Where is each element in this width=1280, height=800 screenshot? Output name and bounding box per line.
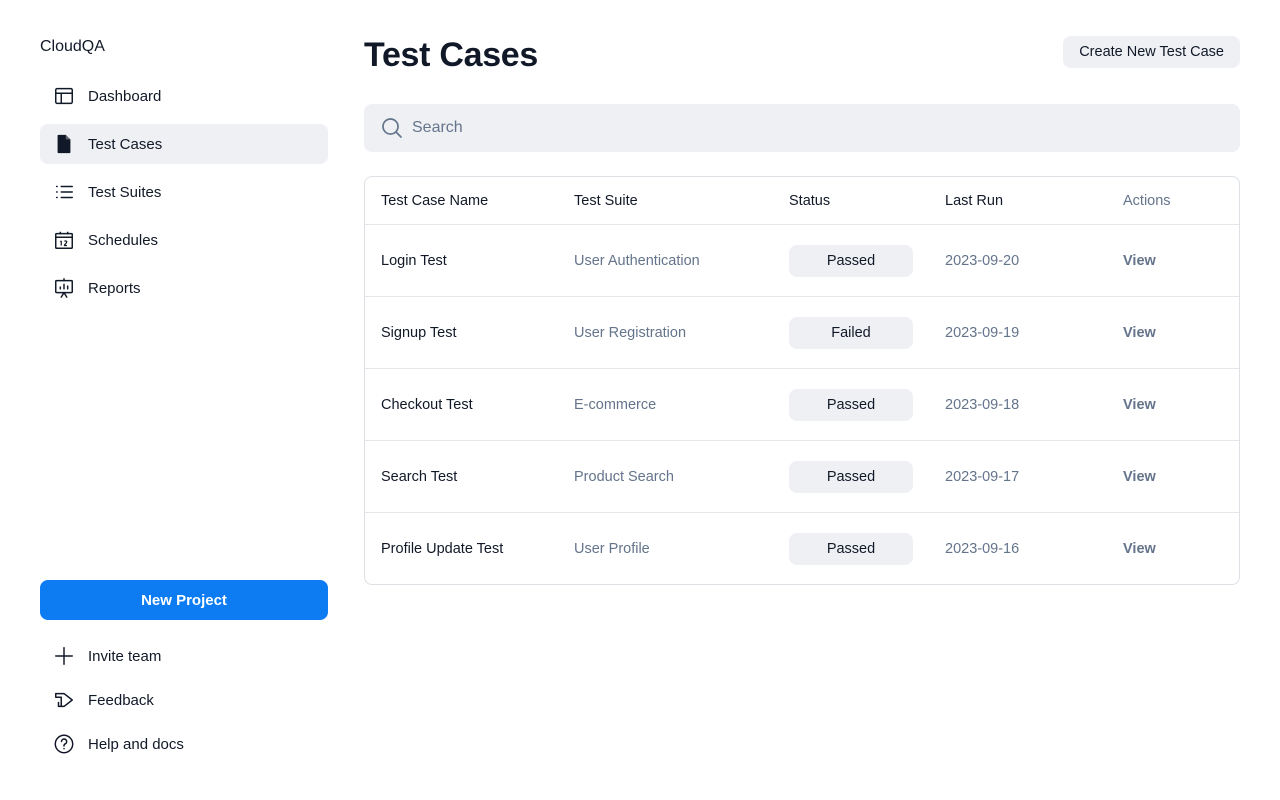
presentation-chart-icon [52, 276, 76, 300]
actions-cell: View [1123, 513, 1156, 584]
status-cell: Passed [789, 369, 913, 440]
layout-icon [52, 84, 76, 108]
test-suite-name: User Registration [574, 324, 687, 341]
column-header-last-run: Last Run [945, 192, 1004, 209]
status-badge: Passed [789, 460, 913, 493]
feedback-label: Feedback [88, 691, 154, 709]
help-docs-label: Help and docs [88, 735, 184, 753]
table-header-row: Test Case Name Test Suite Status Last Ru… [365, 177, 1239, 224]
list-icon [52, 180, 76, 204]
table-row: Profile Update Test User Profile Passed … [365, 512, 1239, 584]
view-link[interactable]: View [1123, 541, 1156, 557]
view-link[interactable]: View [1123, 253, 1156, 269]
status-badge: Passed [789, 532, 913, 565]
last-run-date: 2023-09-19 [945, 324, 1020, 341]
test-case-name: Search Test [381, 468, 458, 485]
file-icon [52, 132, 76, 156]
status-badge: Passed [789, 388, 913, 421]
last-run-date: 2023-09-16 [945, 540, 1020, 557]
sidebar-item-label: Test Cases [88, 135, 163, 153]
sidebar-item-label: Test Suites [88, 183, 162, 201]
column-header-suite: Test Suite [574, 192, 638, 209]
status-cell: Failed [789, 297, 913, 368]
actions-cell: View [1123, 441, 1156, 512]
calendar-icon [52, 228, 76, 252]
view-link[interactable]: View [1123, 397, 1156, 413]
sidebar: CloudQA Dashboard Test Cases Test Suites… [40, 0, 328, 800]
status-cell: Passed [789, 513, 913, 584]
sidebar-item-test-suites[interactable]: Test Suites [40, 172, 328, 212]
test-case-name: Login Test [381, 252, 447, 269]
search-bar [364, 104, 1240, 152]
sidebar-item-schedules[interactable]: Schedules [40, 220, 328, 260]
view-link[interactable]: View [1123, 325, 1156, 341]
table-row: Search Test Product Search Passed 2023-0… [365, 440, 1239, 512]
test-suite-name: User Profile [574, 540, 650, 557]
help-circle-icon [52, 732, 76, 756]
search-icon [380, 116, 404, 140]
test-case-name: Profile Update Test [381, 540, 504, 557]
sidebar-item-label: Schedules [88, 231, 159, 249]
column-header-name: Test Case Name [381, 192, 489, 209]
view-link[interactable]: View [1123, 469, 1156, 485]
table-row: Checkout Test E-commerce Passed 2023-09-… [365, 368, 1239, 440]
sidebar-item-label: Reports [88, 279, 141, 297]
actions-cell: View [1123, 297, 1156, 368]
column-header-actions: Actions [1123, 192, 1171, 209]
page-title: Test Cases [364, 36, 539, 74]
sidebar-item-reports[interactable]: Reports [40, 268, 328, 308]
app-root: CloudQA Dashboard Test Cases Test Suites… [0, 0, 1280, 800]
column-header-status: Status [789, 192, 831, 209]
last-run-date: 2023-09-18 [945, 396, 1020, 413]
create-test-case-button[interactable]: Create New Test Case [1063, 36, 1240, 68]
feedback-link[interactable]: Feedback [40, 680, 328, 720]
new-project-button[interactable]: New Project [40, 580, 328, 620]
status-cell: Passed [789, 441, 913, 512]
test-cases-table: Test Case Name Test Suite Status Last Ru… [364, 176, 1240, 585]
test-case-name: Signup Test [381, 324, 457, 341]
last-run-date: 2023-09-20 [945, 252, 1020, 269]
help-docs-link[interactable]: Help and docs [40, 724, 328, 764]
status-badge: Failed [789, 316, 913, 349]
actions-cell: View [1123, 225, 1156, 296]
search-input[interactable] [412, 119, 1192, 137]
test-suite-name: E-commerce [574, 396, 657, 413]
sidebar-item-label: Dashboard [88, 87, 162, 105]
invite-team-label: Invite team [88, 647, 162, 665]
sidebar-item-dashboard[interactable]: Dashboard [40, 76, 328, 116]
brand-name: CloudQA [40, 38, 105, 55]
test-suite-name: User Authentication [574, 252, 700, 269]
test-case-name: Checkout Test [381, 396, 473, 413]
status-badge: Passed [789, 244, 913, 277]
sidebar-item-test-cases[interactable]: Test Cases [40, 124, 328, 164]
table-row: Signup Test User Registration Failed 202… [365, 296, 1239, 368]
last-run-date: 2023-09-17 [945, 468, 1020, 485]
invite-team-link[interactable]: Invite team [40, 636, 328, 676]
actions-cell: View [1123, 369, 1156, 440]
status-cell: Passed [789, 225, 913, 296]
megaphone-icon [52, 688, 76, 712]
table-row: Login Test User Authentication Passed 20… [365, 224, 1239, 296]
plus-icon [52, 644, 76, 668]
sidebar-footer-nav: Invite team Feedback Help and docs [40, 636, 328, 768]
test-suite-name: Product Search [574, 468, 674, 485]
sidebar-nav: Dashboard Test Cases Test Suites Schedul… [40, 76, 328, 316]
